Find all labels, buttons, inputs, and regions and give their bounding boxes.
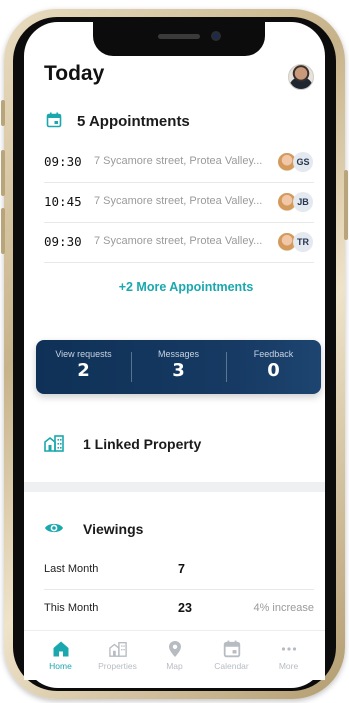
stat-view-requests[interactable]: View requests 2 [36,340,131,394]
agent-initials-badge: TR [293,232,313,252]
stat-value: 3 [172,360,185,381]
viewings-row-this-month: This Month 23 4% increase [44,591,314,629]
buildings-icon [44,435,64,452]
nav-label: Calendar [214,661,249,671]
user-avatar[interactable] [288,64,314,90]
nav-map[interactable]: Map [146,631,203,680]
agent-initials-badge: GS [293,152,313,172]
stats-card: View requests 2 Messages 3 Feedback 0 [36,340,321,394]
viewings-label: This Month [44,602,99,614]
nav-label: Home [49,661,72,671]
buildings-icon [108,642,127,657]
appointments-heading: 5 Appointments [77,113,190,130]
stat-label: View requests [55,349,112,359]
home-icon [53,641,68,657]
speaker [158,34,200,39]
nav-label: Properties [98,661,137,671]
volume-down-button [1,208,5,254]
stat-value: 0 [267,360,280,381]
nav-more[interactable]: More [260,631,317,680]
stat-messages[interactable]: Messages 3 [131,340,226,394]
viewings-note: 4% increase [253,602,314,614]
appointment-address: 7 Sycamore street, Protea Valley... [94,155,263,167]
stat-label: Messages [157,349,200,359]
appointment-address: 7 Sycamore street, Protea Valley... [94,195,263,207]
calendar-icon [46,112,62,128]
viewings-heading: Viewings [83,521,144,537]
page-title: Today [44,62,105,85]
mute-switch [1,100,5,126]
more-dots-icon [281,647,296,651]
nav-label: Map [166,661,183,671]
linked-property-heading[interactable]: 1 Linked Property [83,436,201,452]
volume-up-button [1,150,5,196]
viewings-value: 7 [178,562,185,576]
section-divider [24,482,325,492]
appointment-time: 10:45 [44,194,82,209]
power-button [344,170,348,240]
appointment-address: 7 Sycamore street, Protea Valley... [94,235,263,247]
nav-calendar[interactable]: Calendar [203,631,260,680]
viewings-row-last-month: Last Month 7 [44,552,314,590]
front-camera [211,31,221,41]
appointment-time: 09:30 [44,154,82,169]
appointment-row[interactable]: 09:30 7 Sycamore street, Protea Valley..… [44,223,314,263]
more-appointments-link[interactable]: +2 More Appointments [44,280,328,294]
nav-label: More [278,661,299,671]
stat-value: 2 [77,360,90,381]
nav-properties[interactable]: Properties [89,631,146,680]
calendar-icon [223,640,240,658]
eye-icon [45,523,63,533]
appointment-row[interactable]: 10:45 7 Sycamore street, Protea Valley..… [44,183,314,223]
map-pin-icon [168,641,181,657]
notch [93,22,265,56]
viewings-label: Last Month [44,563,99,575]
stat-label: Feedback [253,349,294,359]
stat-feedback[interactable]: Feedback 0 [226,340,321,394]
nav-home[interactable]: Home [32,631,89,680]
agent-initials-badge: JB [293,192,313,212]
appointment-row[interactable]: 09:30 7 Sycamore street, Protea Valley..… [44,143,314,183]
viewings-value: 23 [178,601,192,615]
bottom-nav: Home Properties Map Calendar More [24,630,325,680]
appointment-time: 09:30 [44,234,82,249]
